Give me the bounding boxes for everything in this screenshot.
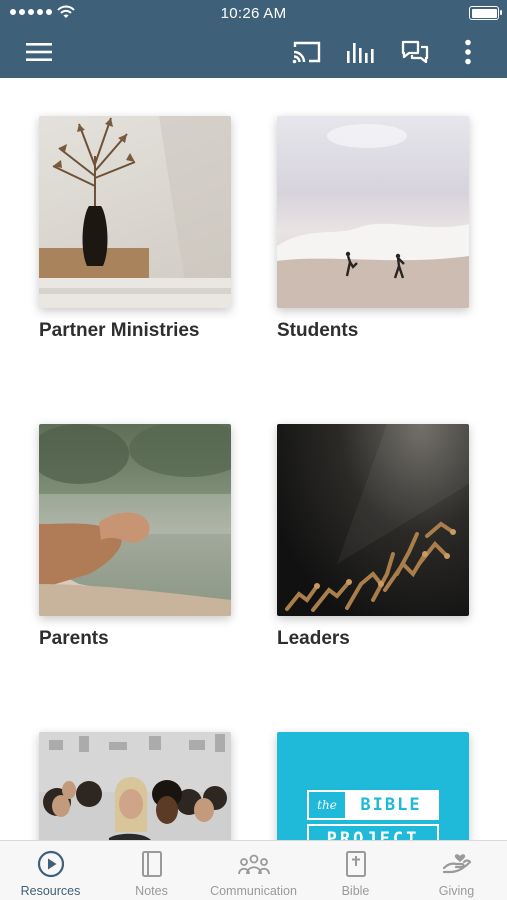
tab-bible[interactable]: Bible	[305, 841, 406, 900]
cast-icon[interactable]	[292, 38, 322, 66]
header: 10:26 AM	[0, 0, 507, 78]
tab-communication[interactable]: Communication	[202, 841, 305, 900]
tab-notes[interactable]: Notes	[101, 841, 202, 900]
tab-label: Bible	[341, 884, 370, 898]
beach-waves-photo	[277, 116, 469, 308]
tile-students[interactable]: Students	[277, 116, 469, 342]
logo-bible: BIBLE	[345, 792, 437, 818]
tab-label: Giving	[438, 884, 475, 898]
audio-bars-icon[interactable]	[346, 38, 376, 66]
status-time: 10:26 AM	[220, 5, 287, 22]
tab-label: Resources	[20, 884, 81, 898]
group-icon	[202, 849, 305, 879]
tab-bar: Resources Notes Communication Bible Givi…	[0, 840, 507, 900]
bible-icon	[305, 849, 406, 879]
tile-label: Students	[277, 320, 359, 341]
resource-grid: Partner Ministries Students Parents Lead…	[0, 78, 507, 840]
notebook-icon	[101, 849, 202, 879]
tile-label: Leaders	[277, 628, 350, 649]
chat-icon[interactable]	[400, 38, 430, 66]
tile-bible-project[interactable]: the BIBLE PROJECT	[277, 732, 469, 840]
clasped-hands-photo	[39, 424, 231, 616]
play-circle-icon	[0, 849, 101, 879]
logo-the: the	[317, 797, 337, 812]
tab-label: Communication	[210, 884, 297, 898]
tile-youth[interactable]	[39, 732, 231, 840]
logo-project: PROJECT	[307, 824, 439, 840]
tab-label: Notes	[135, 884, 168, 898]
more-vertical-icon[interactable]	[453, 38, 483, 66]
raised-hands-photo	[277, 424, 469, 616]
tile-leaders[interactable]: Leaders	[277, 424, 469, 650]
youth-crowd-photo	[39, 732, 231, 840]
status-bar: 10:26 AM	[0, 0, 507, 26]
tab-giving[interactable]: Giving	[406, 841, 507, 900]
bible-project-logo-top: the BIBLE	[307, 790, 439, 820]
tile-label: Partner Ministries	[39, 320, 200, 341]
tab-resources[interactable]: Resources	[0, 841, 101, 900]
tile-label: Parents	[39, 628, 109, 649]
menu-icon[interactable]	[24, 38, 54, 66]
giving-hand-icon	[406, 849, 507, 879]
app-bar	[0, 26, 507, 78]
battery-icon	[469, 6, 502, 20]
bible-project-logo: the BIBLE PROJECT	[277, 732, 469, 840]
vase-plant-photo	[39, 116, 231, 308]
tile-parents[interactable]: Parents	[39, 424, 231, 650]
tile-partner-ministries[interactable]: Partner Ministries	[39, 116, 231, 342]
